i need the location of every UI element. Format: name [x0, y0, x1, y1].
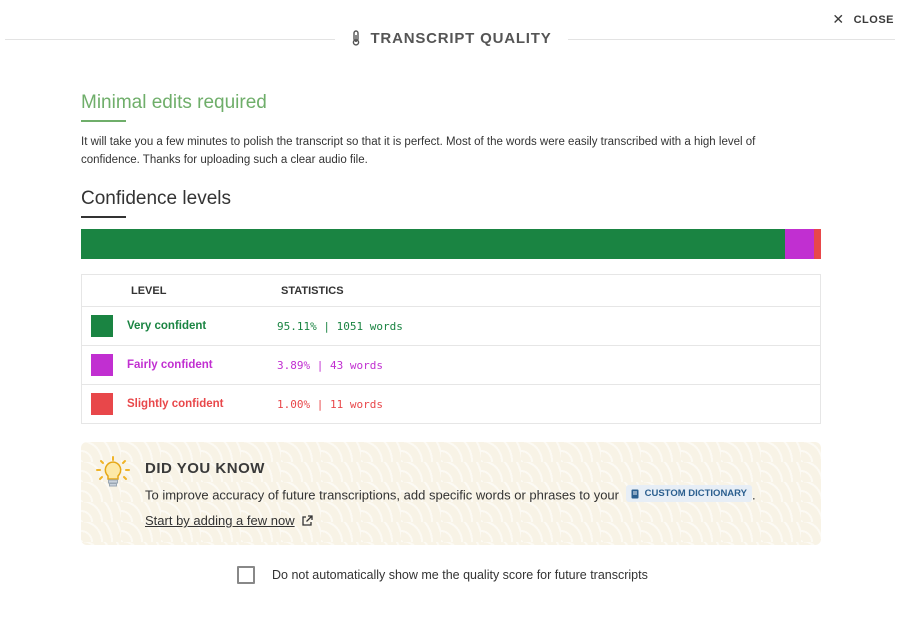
table-row: Fairly confident 3.89% | 43 words [82, 345, 820, 384]
header-divider-right [568, 39, 895, 40]
custom-dictionary-chip[interactable]: CUSTOM DICTIONARY [625, 485, 753, 502]
did-you-know-period: . [752, 487, 756, 503]
header-divider-left [5, 39, 335, 40]
quality-heading: Minimal edits required [81, 92, 267, 113]
level-swatch [91, 315, 113, 337]
did-you-know-sentence: To improve accuracy of future transcript… [145, 487, 619, 503]
quality-description: It will take you a few minutes to polish… [81, 136, 756, 166]
level-statistics: 1.00% | 11 words [277, 397, 383, 411]
confidence-heading-underline [81, 216, 126, 218]
start-adding-link[interactable]: Start by adding a few now [145, 513, 313, 528]
preference-row: Do not automatically show me the quality… [237, 566, 648, 584]
level-name: Slightly confident [127, 398, 224, 410]
confidence-heading: Confidence levels [81, 188, 231, 209]
do-not-show-checkbox[interactable] [237, 566, 255, 584]
book-icon [631, 489, 639, 498]
level-swatch [91, 393, 113, 415]
did-you-know-text: To improve accuracy of future transcript… [145, 485, 756, 503]
level-swatch [91, 354, 113, 376]
close-icon: ✕ [832, 11, 845, 27]
header-statistics: STATISTICS [281, 284, 344, 297]
did-you-know-title: DID YOU KNOW [145, 460, 265, 477]
confidence-table: LEVEL STATISTICS Very confident 95.11% |… [81, 274, 821, 424]
close-label: CLOSE [853, 13, 894, 26]
level-name: Fairly confident [127, 359, 213, 371]
header-level: LEVEL [131, 284, 167, 297]
thermometer-icon [353, 30, 360, 46]
confidence-segment-fairly [784, 229, 814, 259]
close-button[interactable]: ✕ CLOSE [832, 11, 894, 28]
start-adding-label: Start by adding a few now [145, 513, 295, 528]
confidence-segment-very [81, 229, 785, 259]
lightbulb-icon [96, 456, 130, 487]
table-row: Very confident 95.11% | 1051 words [82, 306, 820, 345]
table-header: LEVEL STATISTICS [82, 275, 820, 306]
level-statistics: 95.11% | 1051 words [277, 319, 403, 333]
quality-heading-underline [81, 120, 126, 122]
did-you-know-panel: DID YOU KNOW To improve accuracy of futu… [81, 442, 821, 545]
custom-dictionary-label: CUSTOM DICTIONARY [644, 488, 748, 499]
level-statistics: 3.89% | 43 words [277, 358, 383, 372]
external-link-icon [301, 514, 313, 526]
do-not-show-label[interactable]: Do not automatically show me the quality… [272, 568, 648, 582]
table-row: Slightly confident 1.00% | 11 words [82, 384, 820, 423]
level-name: Very confident [127, 320, 207, 332]
confidence-bar [81, 229, 821, 259]
modal-title: TRANSCRIPT QUALITY [335, 30, 568, 47]
confidence-segment-slightly [813, 229, 821, 259]
modal-title-text: TRANSCRIPT QUALITY [370, 30, 552, 47]
